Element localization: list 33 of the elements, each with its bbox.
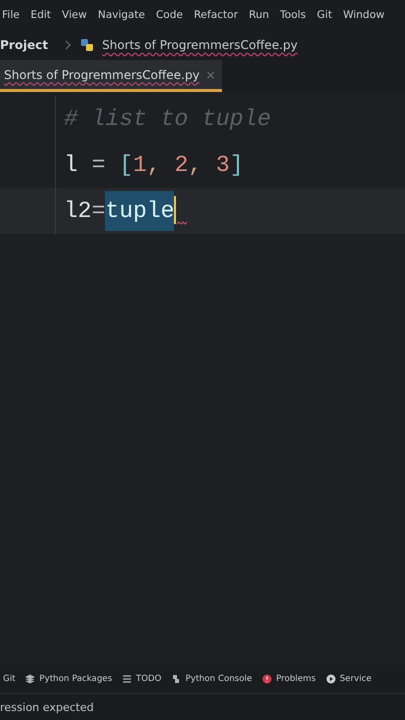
code-token: # list to tuple [64, 105, 272, 134]
menu-item[interactable]: Tools [280, 9, 306, 21]
tool-window-button[interactable]: Git [3, 674, 16, 684]
code-token: = [90, 151, 106, 180]
menu-item[interactable]: Code [156, 9, 183, 21]
menu-item[interactable]: Navigate [98, 9, 145, 21]
selected-code: tuple [105, 191, 174, 231]
menu-item[interactable]: Window [343, 9, 384, 21]
menu-item[interactable]: View [62, 9, 87, 21]
menu-item[interactable]: Git [316, 9, 332, 21]
tool-window-button[interactable]: Problems [262, 674, 316, 684]
editor-tab[interactable]: Shorts of ProgremmersCoffee.py × [0, 60, 222, 92]
code-token: = [92, 197, 106, 226]
tool-window-button[interactable]: Python Console [171, 674, 252, 684]
code-token: 1 [133, 151, 147, 180]
menu-item[interactable]: Edit [30, 9, 51, 21]
code-token: l [64, 151, 78, 180]
code-token: 2 [174, 151, 188, 180]
status-message: ression expected [0, 700, 94, 714]
menu-item[interactable]: File [2, 9, 20, 21]
code-token: 3 [216, 151, 230, 180]
code-token: l2 [64, 197, 92, 226]
tool-window-button[interactable]: Python Packages [25, 674, 112, 684]
code-token: ] [230, 151, 244, 180]
menu-item[interactable]: Refactor [194, 9, 238, 21]
code-token: [ [119, 151, 134, 180]
code-token: , [188, 151, 204, 180]
code-token: , [146, 151, 162, 180]
menu-item[interactable]: Run [248, 9, 270, 21]
tool-window-button[interactable]: Service [326, 674, 372, 684]
file-name[interactable]: Shorts of ProgremmersCoffee.py [102, 38, 298, 52]
project-name[interactable]: Project [0, 38, 48, 52]
tool-window-button[interactable]: TODO [122, 674, 162, 684]
